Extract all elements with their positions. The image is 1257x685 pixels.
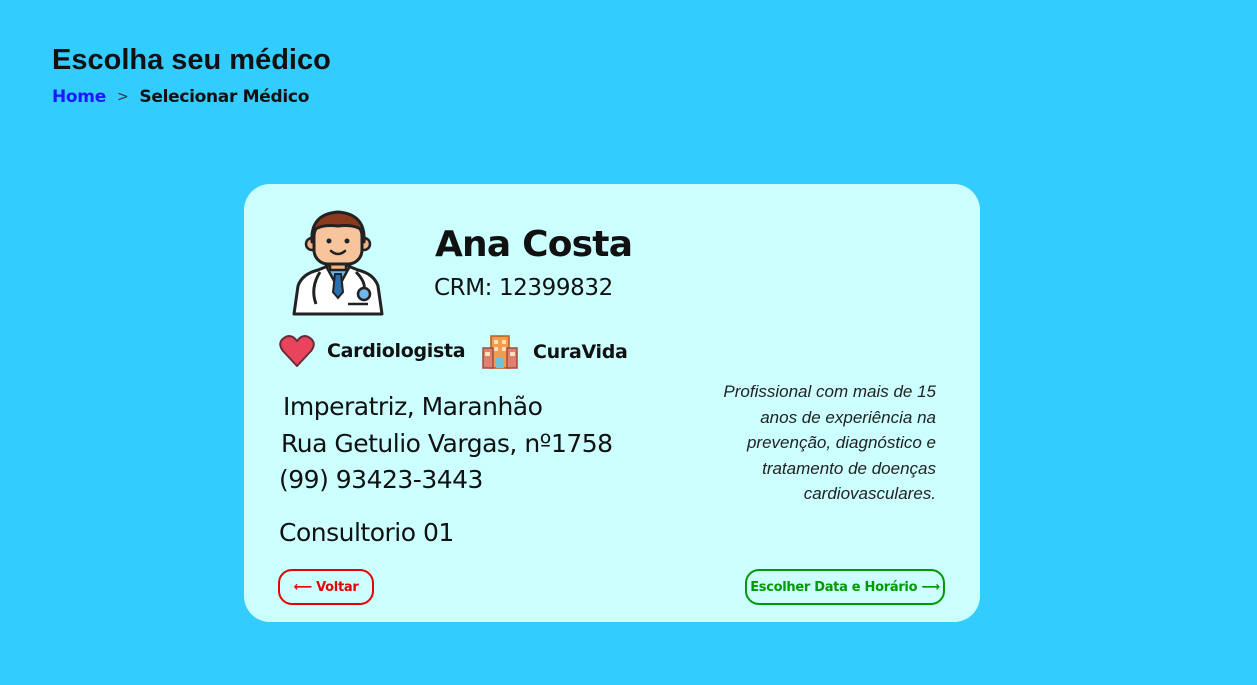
doctor-crm: CRM: 12399832 bbox=[434, 275, 613, 301]
doctor-name: Ana Costa bbox=[435, 224, 633, 265]
choose-date-time-button[interactable]: Escolher Data e Horário ⟶ bbox=[745, 569, 945, 605]
doctor-avatar-icon bbox=[288, 208, 388, 318]
doctor-street: Rua Getulio Vargas, nº1758 bbox=[281, 429, 613, 458]
clinic-label: CuraVida bbox=[533, 341, 628, 363]
clinic-chip: CuraVida bbox=[481, 334, 628, 370]
breadcrumb-separator: > bbox=[116, 89, 129, 105]
heart-icon bbox=[279, 334, 315, 368]
breadcrumb-current: Selecionar Médico bbox=[139, 87, 310, 107]
doctor-bio: Profissional com mais de 15 anos de expe… bbox=[723, 382, 936, 503]
doctor-phone: (99) 93423-3443 bbox=[279, 465, 483, 494]
breadcrumb-home-link[interactable]: Home bbox=[52, 87, 106, 107]
doctor-room: Consultorio 01 bbox=[279, 518, 454, 547]
doctor-city: Imperatriz, Maranhão bbox=[283, 392, 543, 421]
breadcrumb: Home > Selecionar Médico bbox=[52, 87, 309, 107]
back-button[interactable]: ⟵ Voltar bbox=[278, 569, 374, 605]
page-title: Escolha seu médico bbox=[52, 44, 331, 76]
specialty-label: Cardiologista bbox=[327, 340, 466, 362]
building-icon bbox=[481, 334, 519, 370]
specialty-chip: Cardiologista bbox=[279, 334, 466, 368]
doctor-card: Ana Costa CRM: 12399832 Cardiologista Cu… bbox=[244, 184, 980, 622]
